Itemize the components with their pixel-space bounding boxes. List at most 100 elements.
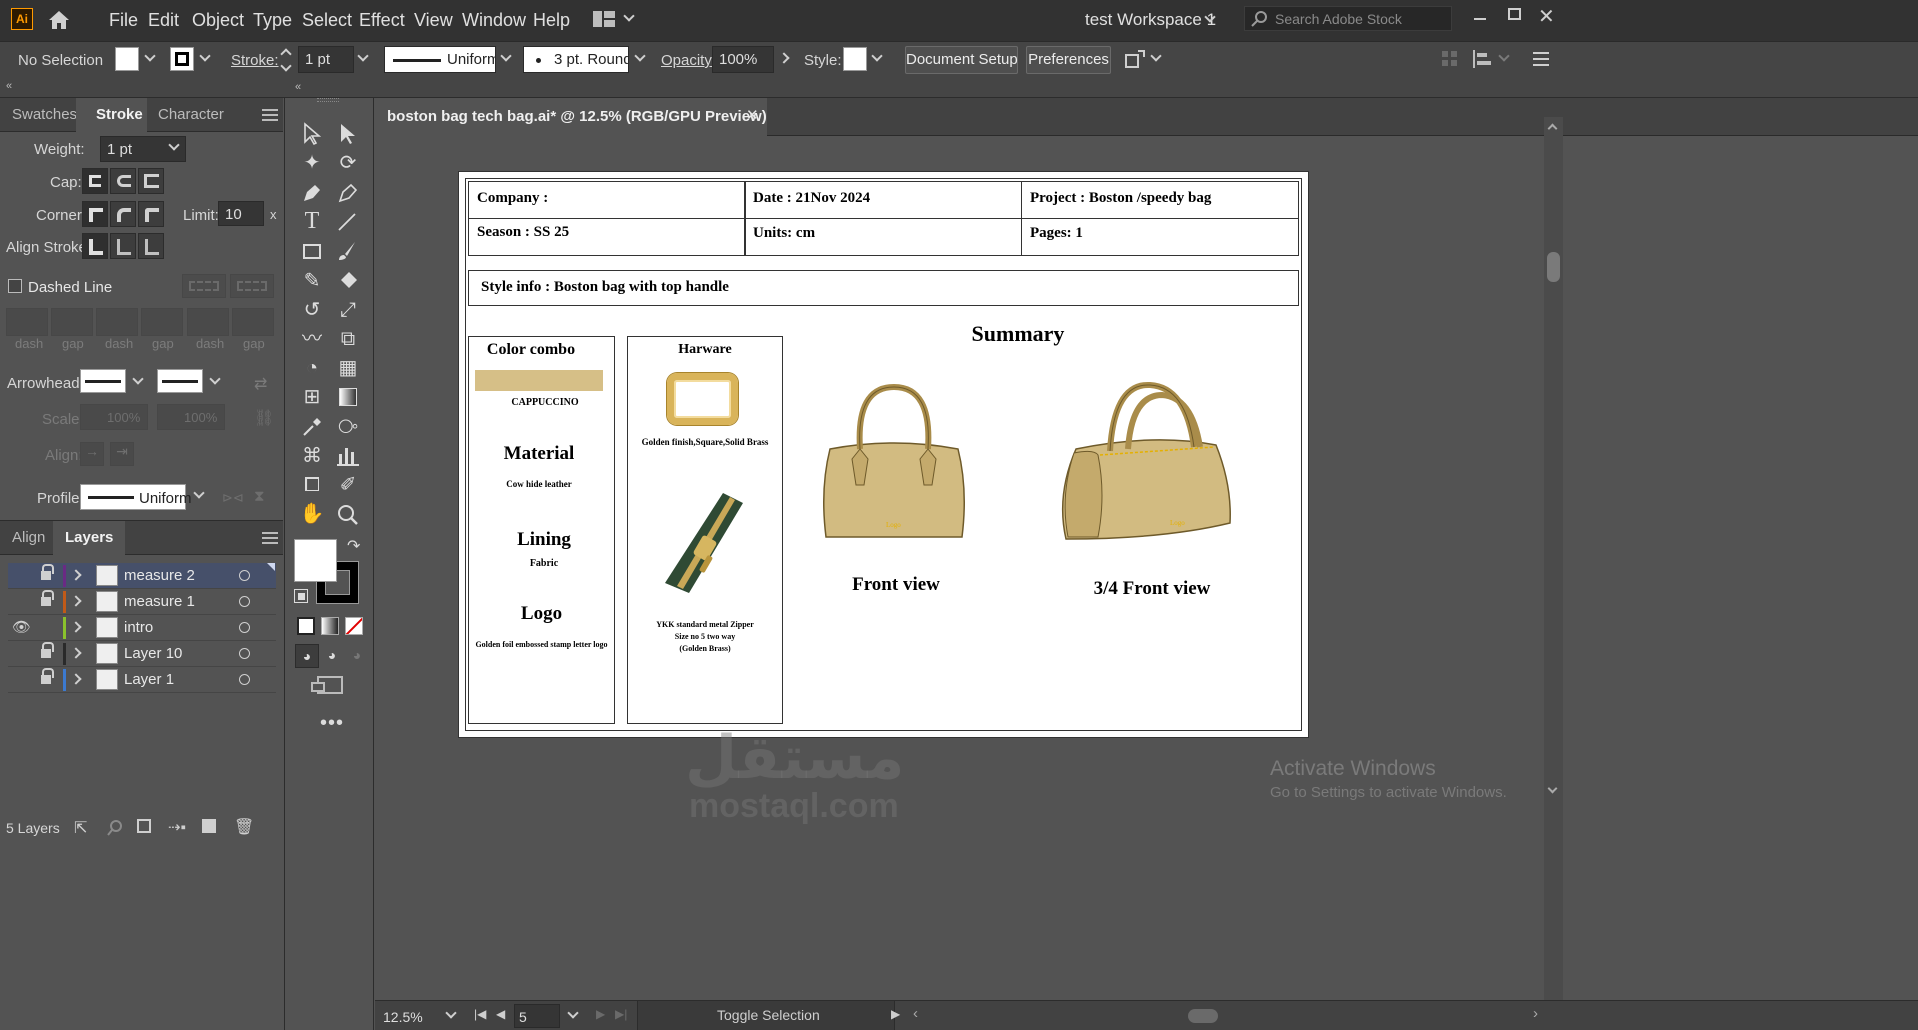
default-fill-stroke-icon[interactable] (294, 589, 308, 603)
preferences-button[interactable]: Preferences (1026, 46, 1111, 74)
horizontal-scroll-thumb[interactable] (1188, 1009, 1218, 1023)
bevel-join-button[interactable] (138, 201, 164, 227)
draw-normal-icon[interactable]: ◕ (295, 644, 319, 668)
shape-builder-tool-icon[interactable]: ◔ (299, 355, 325, 381)
layer-row[interactable]: measure 2 (8, 563, 276, 589)
chevron-down-icon[interactable] (500, 50, 512, 62)
toolbar-grip[interactable] (317, 98, 339, 102)
menu-help[interactable]: Help (533, 10, 570, 31)
status-menu-button[interactable]: ▶ (891, 1007, 900, 1021)
eye-icon[interactable]: 👁 (12, 618, 31, 636)
link-scale-icon[interactable]: ⛓ (254, 408, 274, 428)
chevron-down-icon[interactable] (567, 1007, 579, 1019)
opacity-label[interactable]: Opacity: (661, 52, 716, 69)
scale-tool-icon[interactable]: ⤢ (335, 297, 361, 323)
layer-name[interactable]: measure 1 (124, 593, 195, 610)
layer-row[interactable]: 👁 intro (8, 615, 276, 641)
lock-icon[interactable] (41, 590, 54, 607)
gradient-mode-icon[interactable] (321, 617, 339, 635)
grid-icon[interactable] (1442, 51, 1458, 67)
mesh-tool-icon[interactable]: ⊞ (299, 384, 325, 410)
pen-tool-icon[interactable] (301, 182, 323, 204)
stroke-weight-stepper[interactable] (280, 46, 296, 74)
next-artboard-button[interactable]: ▶ (596, 1007, 605, 1021)
dash-2-input[interactable] (96, 308, 138, 336)
dash-pattern-align-icon[interactable] (230, 274, 274, 298)
gap-3-input[interactable] (232, 308, 274, 336)
previous-artboard-button[interactable]: ◀ (496, 1007, 505, 1021)
canvas-area[interactable]: Company : Date : 21Nov 2024 Project : Bo… (375, 117, 1917, 1000)
gradient-tool-icon[interactable] (339, 388, 357, 406)
menu-window[interactable]: Window (462, 10, 526, 31)
eraser-tool-icon[interactable] (337, 270, 359, 290)
dash-1-input[interactable] (6, 308, 48, 336)
selection-tool-icon[interactable] (301, 122, 323, 146)
dashed-line-checkbox[interactable] (8, 279, 22, 293)
fill-swatch[interactable] (115, 47, 139, 71)
document-tab-title[interactable]: boston bag tech bag.ai* @ 12.5% (RGB/GPU… (387, 108, 767, 125)
vertical-scrollbar[interactable] (1544, 117, 1563, 1000)
panel-menu-icon[interactable] (262, 532, 278, 544)
expand-layer-icon[interactable] (70, 673, 82, 685)
miter-join-button[interactable] (82, 201, 108, 227)
locate-object-icon[interactable] (107, 820, 123, 836)
arrow-tip-place-button[interactable]: ⇥ (110, 442, 134, 466)
expand-layer-icon[interactable] (70, 647, 82, 659)
delete-layer-icon[interactable]: 🗑 (234, 817, 254, 837)
menu-view[interactable]: View (414, 10, 453, 31)
gap-2-input[interactable] (141, 308, 183, 336)
edit-toolbar-icon[interactable]: ••• (320, 712, 344, 735)
last-artboard-button[interactable]: ▶| (615, 1007, 627, 1021)
tab-align[interactable]: Align (0, 521, 57, 555)
rotate-tool-icon[interactable]: ↺ (299, 297, 325, 323)
eyedropper-tool-icon[interactable] (301, 416, 323, 438)
end-scale-input[interactable]: 100% (157, 404, 225, 430)
paintbrush-tool-icon[interactable] (337, 240, 357, 262)
draw-inside-icon[interactable]: ◕ (345, 644, 369, 668)
scroll-right-button[interactable]: › (1533, 1005, 1538, 1022)
collapse-toolbar-icon[interactable]: « (295, 81, 301, 93)
chevron-down-icon[interactable] (209, 373, 221, 385)
direct-selection-tool-icon[interactable] (337, 122, 359, 146)
scroll-left-button[interactable]: ‹ (913, 1005, 918, 1022)
ai-logo[interactable]: Ai (11, 8, 33, 30)
menu-object[interactable]: Object (192, 10, 244, 31)
round-cap-button[interactable] (110, 168, 136, 194)
collapse-panel-icon[interactable]: « (6, 80, 12, 92)
expand-layer-icon[interactable] (70, 569, 82, 581)
menu-edit[interactable]: Edit (148, 10, 179, 31)
perspective-grid-tool-icon[interactable]: ▦ (335, 355, 361, 381)
workspace-switcher[interactable]: test Workspace 1 (1085, 10, 1216, 30)
draw-behind-icon[interactable]: ◕ (320, 644, 344, 668)
layer-row[interactable]: measure 1 (8, 589, 276, 615)
document-setup-button[interactable]: Document Setup (905, 46, 1018, 74)
flip-along-icon[interactable]: ⊳⊲ (222, 490, 244, 506)
search-stock-field[interactable]: Search Adobe Stock (1244, 6, 1452, 31)
start-arrowhead-select[interactable] (80, 369, 126, 393)
zoom-level-input[interactable]: 12.5% (379, 1004, 439, 1028)
target-icon[interactable] (239, 570, 250, 581)
menu-type[interactable]: Type (253, 10, 292, 31)
stroke-swatch[interactable] (170, 47, 194, 71)
restore-button[interactable] (1508, 8, 1521, 20)
tab-stroke[interactable]: Stroke (76, 98, 147, 132)
target-icon[interactable] (239, 648, 250, 659)
close-window-button[interactable]: ✕ (1538, 4, 1555, 29)
lock-icon[interactable] (41, 668, 54, 685)
rectangle-tool-icon[interactable] (303, 244, 321, 259)
chevron-down-icon[interactable] (199, 50, 211, 62)
warp-tool-icon[interactable]: 〰 (299, 326, 325, 352)
chevron-down-icon[interactable] (623, 10, 635, 22)
tab-character[interactable]: Character (146, 98, 236, 132)
profile-select[interactable]: Uniform (80, 484, 192, 510)
minimize-button[interactable] (1474, 18, 1486, 20)
menu-file[interactable]: File (109, 10, 138, 31)
tab-layers[interactable]: Layers (53, 521, 126, 555)
panel-menu-icon[interactable] (262, 109, 278, 121)
layer-name[interactable]: Layer 1 (124, 671, 174, 688)
shaper-tool-icon[interactable]: ✎ (299, 268, 325, 294)
none-mode-icon[interactable] (345, 617, 363, 635)
projecting-cap-button[interactable] (138, 168, 164, 194)
opacity-input[interactable]: 100% (712, 46, 774, 73)
color-mode-icon[interactable] (297, 617, 315, 635)
